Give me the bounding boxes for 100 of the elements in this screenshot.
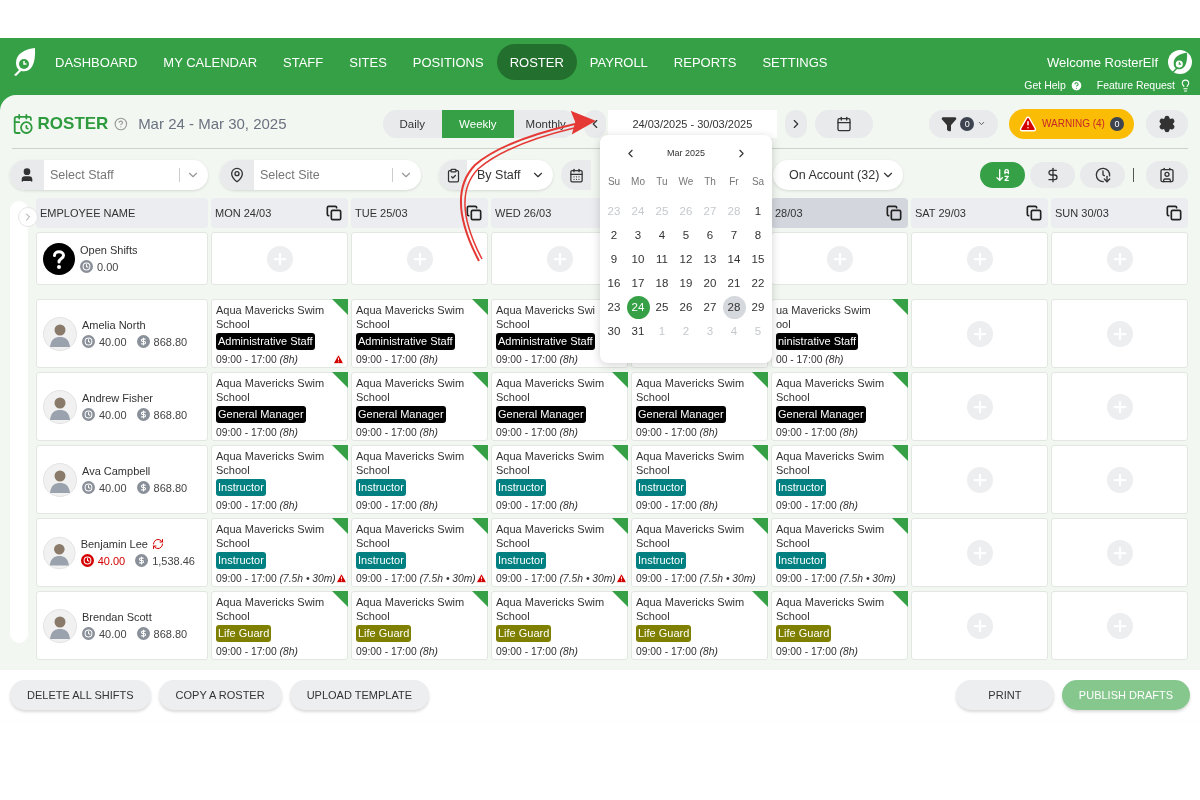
pay-total: 868.80 [153, 408, 188, 421]
footer-button[interactable]: UPLOAD TEMPLATE [289, 680, 429, 710]
sort-button[interactable] [1030, 162, 1075, 188]
nav-item[interactable]: ROSTER [496, 44, 577, 80]
shift-card[interactable]: Aqua Mavericks Swim School Instructor 09:00 - 17:00 (8h) [491, 445, 628, 514]
dollar-icon [136, 481, 150, 494]
shift-card[interactable]: Aqua Mavericks Swim School Instructor 09:00 - 17:00 (8h) [771, 445, 908, 514]
filter-button[interactable]: 0 [929, 109, 999, 138]
calendar-day[interactable]: 11 [650, 247, 674, 271]
shift-card[interactable]: Aqua Mavericks Swim School Instructor 09:00 - 17:00 (8h) [631, 445, 768, 514]
group-select[interactable]: By Staff [439, 160, 553, 190]
calendar-day[interactable]: 14 [722, 247, 746, 271]
calendar-day[interactable]: 16 [602, 271, 626, 295]
shift-card[interactable]: Aqua Mavericks Swim School Instructor 09:00 - 17:00 (7.5h • 30m) [351, 518, 488, 587]
role-tag: Life Guard [216, 625, 272, 642]
shift-card[interactable]: Aqua Mavericks Swim School General Manager 09:00 - 17:00 (8h) [491, 372, 628, 441]
shift-card[interactable]: ua Mavericks Swim ool ninistrative Staff 00 - 17:00 (8h) [771, 299, 908, 368]
calendar-button[interactable] [814, 109, 874, 138]
settings-button[interactable] [1145, 109, 1188, 138]
calendar-day[interactable]: 9 [602, 247, 626, 271]
shift-card[interactable]: Aqua Mavericks Swim School Life Guard 09:00 - 17:00 (8h) [771, 591, 908, 660]
staff-select[interactable]: Select Staff [10, 160, 208, 190]
view-tab[interactable]: Monthly [513, 109, 576, 138]
calendar-day[interactable]: 3 [626, 223, 650, 247]
avatar [43, 389, 77, 424]
help-icon[interactable] [114, 116, 129, 131]
shift-card[interactable]: Aqua Mavericks Swim School General Manager 09:00 - 17:00 (8h) [771, 372, 908, 441]
calendar-day[interactable]: 15 [746, 247, 770, 271]
copy-icon[interactable] [1026, 205, 1042, 221]
shift-card[interactable]: Aqua Mavericks Swim School General Manager 09:00 - 17:00 (8h) [351, 372, 488, 441]
copy-icon[interactable] [326, 205, 342, 221]
next-week-button[interactable] [785, 109, 807, 138]
shift-card[interactable]: Aqua Mavericks Swim School Instructor 09:00 - 17:00 (7.5h • 30m) [491, 518, 628, 587]
footer-button[interactable]: DELETE ALL SHIFTS [10, 680, 151, 710]
site-name: Aqua Mavericks Swim School [636, 522, 745, 550]
calendar-day[interactable]: 22 [746, 271, 770, 295]
calendar-day[interactable]: 17 [626, 271, 650, 295]
shift-card[interactable]: Aqua Mavericks Swim School Administrative Staff 09:00 - 17:00 (8h) [351, 299, 488, 368]
staff-calendar-button[interactable] [1146, 161, 1188, 189]
calendar-day[interactable]: 5 [674, 223, 698, 247]
shift-card[interactable]: Aqua Mavericks Swim School Instructor 09:00 - 17:00 (8h) [211, 445, 348, 514]
warning-button[interactable]: WARNING (4) 0 [1009, 108, 1134, 139]
calendar-day[interactable]: 31 [626, 319, 650, 343]
footer-button[interactable]: PRINT [955, 680, 1054, 710]
calendar-day[interactable]: 28 [722, 295, 746, 319]
role-tag: General Manager [636, 406, 726, 423]
calendar-day[interactable]: 29 [746, 295, 770, 319]
calendar-day[interactable]: 7 [722, 223, 746, 247]
shift-time: 09:00 - 17:00 (8h) [356, 645, 438, 657]
shift-card[interactable]: Aqua Mavericks Swim School Instructor 09:00 - 17:00 (7.5h • 30m) [771, 518, 908, 587]
column-header: WED 26/03 [495, 207, 552, 219]
calendar-day[interactable]: 20 [698, 271, 722, 295]
role-tag: Instructor [636, 479, 686, 496]
site-name: Aqua Mavericks Swim School [636, 376, 745, 404]
calendar-day[interactable]: 21 [722, 271, 746, 295]
calendar-day[interactable]: 10 [626, 247, 650, 271]
copy-icon[interactable] [1166, 205, 1182, 221]
calendar-day[interactable]: 30 [602, 319, 626, 343]
calendar-day[interactable]: 8 [746, 223, 770, 247]
shift-card[interactable]: Aqua Mavericks Swim School General Manager 09:00 - 17:00 (8h) [211, 372, 348, 441]
copy-icon[interactable] [886, 205, 902, 221]
calendar-icon [568, 167, 584, 183]
calendar-day[interactable]: 18 [650, 271, 674, 295]
lightbulb-icon[interactable] [1179, 78, 1192, 92]
shift-card[interactable]: Aqua Mavericks Swim School Instructor 09:00 - 17:00 (7.5h • 30m) [631, 518, 768, 587]
date-range: Mar 24 - Mar 30, 2025 [138, 115, 287, 132]
calendar-day[interactable]: 2 [602, 223, 626, 247]
site-name: Aqua Mavericks Swim School [216, 303, 325, 331]
shift-card[interactable]: Aqua Mavericks Swim School Instructor 09:00 - 17:00 (7.5h • 30m) [211, 518, 348, 587]
site-select[interactable]: Select Site [220, 160, 421, 190]
footer-button[interactable]: COPY A ROSTER [158, 680, 282, 710]
calendar-day[interactable]: 27 [698, 295, 722, 319]
column-header: TUE 25/03 [355, 207, 408, 219]
date-range-field[interactable]: 24/03/2025 - 30/03/2025 [607, 109, 778, 138]
site-name: Aqua Mavericks Swim School [216, 376, 325, 404]
hours-total: 40.00 [99, 408, 127, 421]
view-tab[interactable]: Daily [382, 109, 443, 138]
calendar-day[interactable]: 25 [650, 295, 674, 319]
calendar-day[interactable]: 19 [674, 271, 698, 295]
shift-card[interactable]: Aqua Mavericks Swim School Life Guard 09:00 - 17:00 (8h) [491, 591, 628, 660]
shift-card[interactable]: Aqua Mavericks Swim School Life Guard 09:00 - 17:00 (8h) [631, 591, 768, 660]
shift-card[interactable]: Aqua Mavericks Swim School Instructor 09:00 - 17:00 (8h) [351, 445, 488, 514]
calendar-day[interactable]: 12 [674, 247, 698, 271]
calendar-day[interactable]: 13 [698, 247, 722, 271]
calendar-day[interactable]: 1 [746, 199, 770, 223]
account-select[interactable]: On Account (32) [773, 160, 903, 190]
calendar-day[interactable]: 6 [698, 223, 722, 247]
logo-icon[interactable] [1168, 50, 1192, 74]
shift-card[interactable]: Aqua Mavericks Swim School General Manager 09:00 - 17:00 (8h) [631, 372, 768, 441]
shift-time: 09:00 - 17:00 (8h) [216, 645, 298, 657]
shift-card[interactable]: Aqua Mavericks Swim School Administrative Staff 09:00 - 17:00 (8h) [211, 299, 348, 368]
date-filter-button[interactable] [561, 160, 591, 190]
calendar-day[interactable]: 4 [650, 223, 674, 247]
shift-card[interactable]: Aqua Mavericks Swim School Life Guard 09:00 - 17:00 (8h) [351, 591, 488, 660]
sort-button[interactable] [1080, 162, 1125, 188]
copy-icon[interactable] [466, 205, 482, 221]
help-icon[interactable] [1069, 78, 1083, 92]
shift-card[interactable]: Aqua Mavericks Swim School Life Guard 09:00 - 17:00 (8h) [211, 591, 348, 660]
shift-time: 09:00 - 17:00 (7.5h • 30m) [356, 572, 476, 584]
calendar-day[interactable]: 26 [674, 295, 698, 319]
